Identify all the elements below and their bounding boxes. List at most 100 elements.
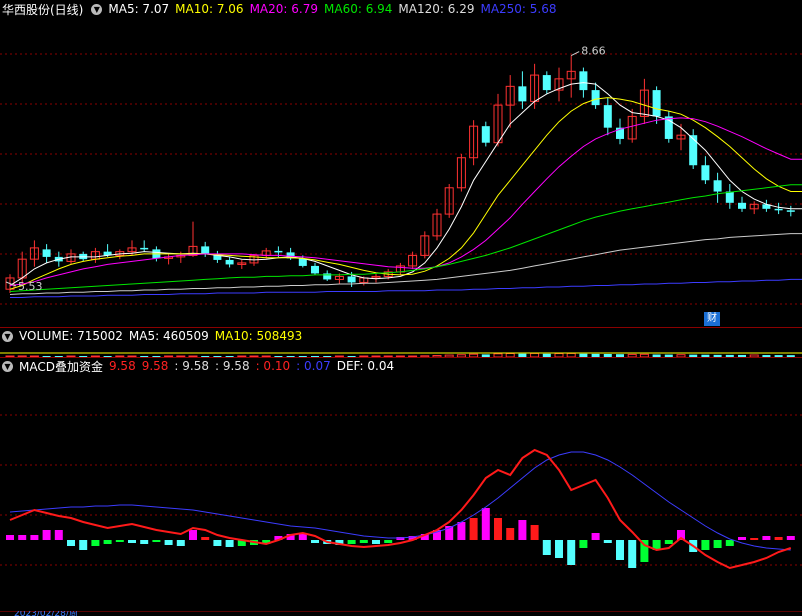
candle-body-down [542,75,551,91]
macd-bar-positive [786,536,795,540]
candle-body-down [225,259,234,265]
macd-bar-negative [713,540,722,548]
low-price-label: 5.53 [18,280,43,293]
ma5-readout: MA5: 7.07 [108,2,170,16]
macd-bar-negative [664,540,673,544]
macd-bar-negative [628,540,637,568]
high-marker-line [570,51,580,56]
bottom-axis-line [0,611,802,612]
high-price-label: 8.66 [581,45,606,58]
candle-body-down [347,276,356,283]
ma60-readout: MA60: 6.94 [324,2,393,16]
volume-readout: VOLUME: 715002 [19,329,123,343]
macd-bar-negative [701,540,710,550]
volume-chart[interactable] [0,345,802,357]
candle-body-down [774,208,783,211]
candle-body-down [201,246,210,254]
macd-bar-negative [140,540,149,544]
macd-bar-positive [42,530,51,540]
macd-bar-negative [359,540,368,543]
candle-body-down [140,247,149,250]
candle-body-down [323,273,332,280]
dea-line [9,451,791,551]
macd-bar-negative [384,540,393,543]
dif-line [9,448,792,570]
macd-bar-positive [591,533,600,540]
price-header: 华西股份(日线) ▼ MA5: 7.07 MA10: 7.06 MA20: 6.… [0,0,802,18]
macd-bar-positive [494,518,502,540]
candle-body-down [591,90,600,106]
macd-bar-positive [506,528,515,540]
macd-bar-negative [225,540,234,547]
ma120-line [9,233,802,295]
macd-bar-positive [774,537,783,540]
ma20-readout: MA20: 6.79 [249,2,318,16]
ma20-line [9,117,802,286]
candle-body-down [579,71,588,91]
macd-bar-negative [603,540,612,543]
macd-bar-negative [128,540,136,543]
macd-bar-positive [762,536,771,540]
macd-bar-positive [30,535,39,540]
macd-bar-negative [567,540,576,565]
macd-bar-negative [91,540,100,546]
macd-bar-negative [176,540,185,546]
ma10-readout: MA10: 7.06 [175,2,244,16]
macd-bar-negative [542,540,551,555]
candle-body-down [481,126,490,143]
candle-body-down [738,202,746,209]
macd-bar-negative [67,540,75,546]
macd-def: DEF: 0.04 [336,359,395,373]
candle-body-down [786,210,795,212]
macd-bar-positive [481,508,490,540]
macd-bar-negative [579,540,588,548]
date-label: 2023/02/28/周 [14,611,78,616]
macd-bar-negative [164,540,173,545]
macd-bar-negative [115,540,124,542]
macd-bar-positive [18,535,27,540]
ma120-readout: MA120: 6.29 [398,2,475,16]
macd-bar-positive [530,525,539,540]
ma60-line [9,184,802,292]
macd-value-2: 9.58 [141,359,169,373]
candle-body-down [713,180,722,192]
macd-value-3: : 9.58 [174,359,209,373]
macd-bar-negative [152,540,161,542]
macd-bar-negative [311,540,319,543]
macd-bar-positive [189,530,197,540]
macd-bar-positive [738,537,746,540]
macd-bar-positive [54,530,63,540]
macd-value-5: : 0.10 [255,359,291,373]
macd-bar-positive [469,518,478,540]
macd-value-6: : 0.07 [296,359,331,373]
finance-badge[interactable]: 财 [704,312,720,326]
ma250-readout: MA250: 5.68 [480,2,557,16]
macd-header: ▼ MACD叠加资金 9.58 9.58 : 9.58 : 9.58 : 0.1… [0,357,802,375]
stock-title: 华西股份(日线) [2,2,84,17]
macd-chart[interactable] [0,375,802,611]
macd-bar-positive [750,538,759,540]
macd-value-4: : 9.58 [215,359,250,373]
chevron-down-icon[interactable]: ▼ [2,360,13,372]
candle-body-down [725,191,734,203]
candle-body-down [518,86,527,102]
volume-ma5-readout: MA5: 460509 [128,329,209,343]
candle-body-down [652,90,661,117]
volume-header: ▼ VOLUME: 715002 MA5: 460509 MA10: 50849… [0,327,802,345]
macd-bar-negative [616,540,624,560]
chevron-down-icon[interactable]: ▼ [2,330,13,342]
macd-bar-negative [725,540,734,546]
candle-body-down [274,250,283,253]
macd-bar-positive [6,535,14,540]
candle-body-down [603,105,612,128]
price-chart[interactable]: 8.66 5.53 [0,18,802,328]
chevron-down-icon[interactable]: ▼ [91,3,103,15]
macd-bar-negative [347,540,356,544]
volume-ma10-readout: MA10: 508493 [214,329,303,343]
macd-bar-positive [518,520,527,540]
macd-bar-positive [201,537,210,540]
candle-body-down [42,249,51,257]
macd-value-1: 9.58 [108,359,136,373]
candle-body-down [701,165,710,181]
candle-body-down [311,265,319,274]
